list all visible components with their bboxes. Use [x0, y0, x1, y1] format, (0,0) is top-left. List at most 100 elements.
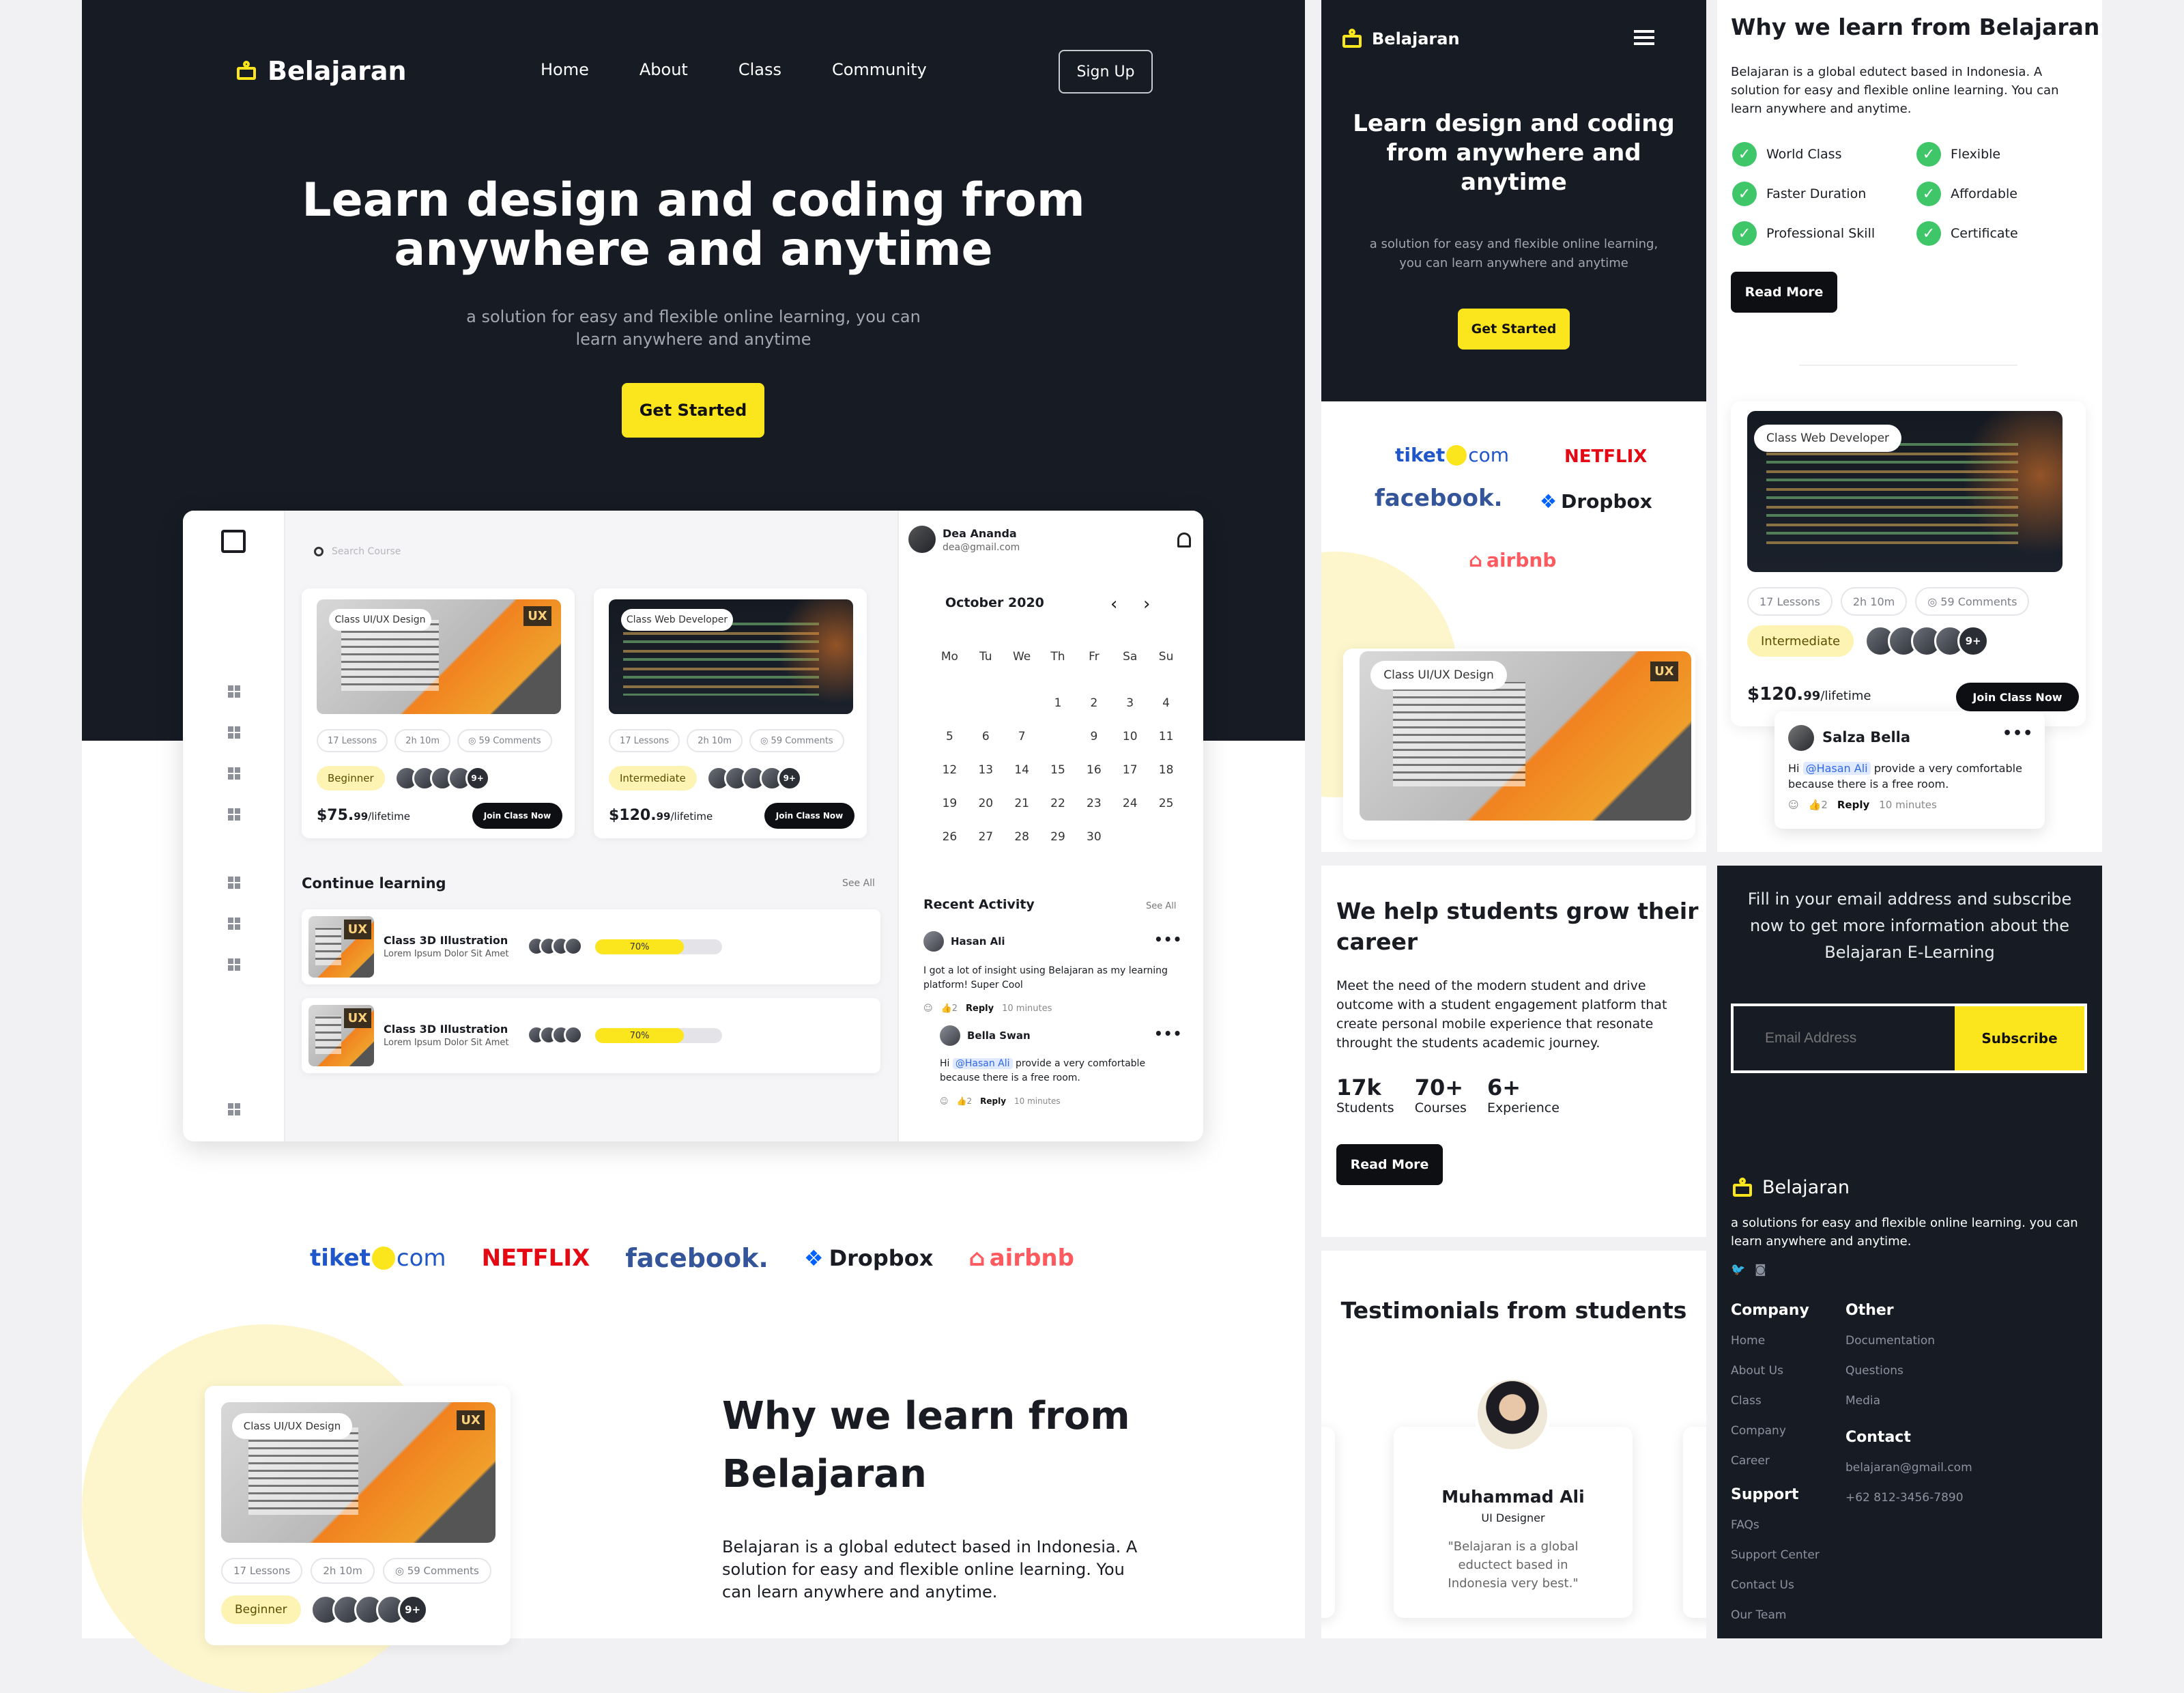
twitter-icon[interactable]: 🐦	[1731, 1263, 1745, 1277]
bell-icon[interactable]	[1177, 532, 1191, 547]
see-all-link[interactable]: See All	[1146, 901, 1177, 911]
calendar-day[interactable]: 26	[932, 830, 968, 864]
nav-about[interactable]: About	[640, 60, 688, 79]
calendar-day[interactable]: 14	[1004, 763, 1040, 797]
like-icon[interactable]: 👍2	[957, 1096, 973, 1106]
course-card[interactable]: Class UI/UX Design 17 Lessons 2h 10m ◎ 5…	[205, 1386, 511, 1645]
calendar-day[interactable]: 28	[1004, 830, 1040, 864]
nav-class[interactable]: Class	[738, 60, 781, 79]
course-card[interactable]: Class UI/UX Design 17 Lessons 2h 10m ◎ 5…	[302, 588, 575, 838]
continue-item[interactable]: Class 3D Illustration Lorem Ipsum Dolor …	[302, 909, 880, 984]
calendar-day[interactable]: 21	[1004, 797, 1040, 830]
calendar-day[interactable]: 24	[1112, 797, 1148, 830]
sidebar-logo-icon[interactable]	[221, 530, 246, 553]
calendar-day[interactable]: 29	[1040, 830, 1076, 864]
chevron-right-icon[interactable]: ›	[1143, 594, 1150, 614]
reply-button[interactable]: Reply	[1837, 799, 1869, 811]
get-started-button[interactable]: Get Started	[1458, 309, 1570, 350]
like-icon[interactable]: 👍2	[1809, 799, 1828, 811]
grid-icon[interactable]	[228, 685, 240, 698]
calendar-month: October 2020	[945, 595, 1044, 610]
course-card[interactable]: Class UI/UX Design	[1343, 649, 1695, 840]
facebook-logo: facebook.	[625, 1243, 768, 1273]
calendar-day[interactable]: 30	[1076, 830, 1112, 864]
calendar-day[interactable]: 16	[1076, 763, 1112, 797]
avatar	[1474, 1376, 1551, 1453]
nav-community[interactable]: Community	[832, 60, 927, 79]
brand-logo[interactable]: Belajaran	[1340, 29, 1460, 49]
emoji-icon[interactable]: ☺	[940, 1096, 949, 1106]
avatar	[564, 937, 583, 956]
avatar	[1788, 725, 1814, 751]
calendar-day[interactable]: 9	[1076, 730, 1112, 763]
continue-item[interactable]: Class 3D Illustration Lorem Ipsum Dolor …	[302, 998, 880, 1073]
calendar-day[interactable]: 20	[968, 797, 1004, 830]
comment-actions: ☺ 👍2 Reply 10 minutes	[923, 1004, 1052, 1014]
more-options-icon[interactable]: •••	[1154, 931, 1182, 948]
footer-contact: Contact belajaran@gmail.com +62 812-3456…	[1845, 1429, 1972, 1505]
grid-icon[interactable]	[228, 726, 240, 739]
grid-icon[interactable]	[228, 917, 240, 930]
grid-icon[interactable]	[228, 877, 240, 889]
calendar-day[interactable]: 11	[1148, 730, 1184, 763]
grid-icon[interactable]	[228, 808, 240, 821]
calendar-day[interactable]: 5	[932, 730, 968, 763]
brand-logo[interactable]: Belajaran	[1731, 1177, 1850, 1198]
calendar-day[interactable]: 10	[1112, 730, 1148, 763]
course-card[interactable]: Class Web Developer 17 Lessons 2h 10m ◎ …	[1731, 401, 2086, 726]
avatar[interactable]	[908, 526, 936, 553]
course-badge: Class UI/UX Design	[1370, 661, 1507, 689]
reply-button[interactable]: Reply	[966, 1004, 994, 1014]
calendar-day[interactable]: 4	[1148, 696, 1184, 730]
grid-icon[interactable]	[228, 958, 240, 971]
calendar-day[interactable]: 2	[1076, 696, 1112, 730]
emoji-icon[interactable]: ☺	[1788, 799, 1799, 811]
nav-home[interactable]: Home	[541, 60, 589, 79]
instagram-icon[interactable]: ◙	[1755, 1263, 1766, 1277]
more-options-icon[interactable]: •••	[2002, 725, 2033, 742]
calendar-day[interactable]: 25	[1148, 797, 1184, 830]
more-options-icon[interactable]: •••	[1154, 1025, 1182, 1042]
calendar-day[interactable]: 27	[968, 830, 1004, 864]
brand-logo[interactable]: Belajaran	[235, 56, 407, 86]
calendar-day[interactable]: 3	[1112, 696, 1148, 730]
chevron-left-icon[interactable]: ‹	[1110, 594, 1117, 614]
read-more-button[interactable]: Read More	[1336, 1144, 1443, 1185]
read-more-button[interactable]: Read More	[1731, 272, 1837, 313]
see-all-link[interactable]: See All	[842, 878, 875, 889]
hero-title: Learn design and coding from anywhere an…	[302, 173, 1085, 276]
dashboard-mockup: Search Course Class UI/UX Design 17 Less…	[183, 511, 1203, 1141]
calendar-day[interactable]: 1	[1040, 696, 1076, 730]
course-card[interactable]: Class Web Developer 17 Lessons 2h 10m ◎ …	[594, 588, 867, 838]
emoji-icon[interactable]: ☺	[923, 1004, 933, 1014]
subscribe-button[interactable]: Subscribe	[1955, 1006, 2084, 1070]
reply-button[interactable]: Reply	[980, 1096, 1006, 1106]
calendar-day[interactable]: 6	[968, 730, 1004, 763]
avatar-group	[527, 937, 583, 956]
calendar-day[interactable]: 7	[1004, 730, 1040, 763]
calendar-day[interactable]: 18	[1148, 763, 1184, 797]
calendar-day[interactable]: 15	[1040, 763, 1076, 797]
calendar-day[interactable]: 22	[1040, 797, 1076, 830]
feature-item: ✓ Affordable	[1916, 182, 2080, 206]
search-bar[interactable]: Search Course	[304, 538, 592, 565]
like-icon[interactable]: 👍2	[941, 1004, 958, 1014]
signup-button[interactable]: Sign Up	[1059, 50, 1153, 94]
join-class-button[interactable]: Join Class Now	[1956, 683, 2079, 711]
email-field[interactable]	[1734, 1006, 1955, 1070]
comment-actions: ☺ 👍2 Reply 10 minutes	[1788, 799, 1937, 811]
grid-icon[interactable]	[228, 1103, 240, 1115]
get-started-button[interactable]: Get Started	[622, 383, 764, 438]
join-class-button[interactable]: Join Class Now	[764, 803, 854, 829]
calendar-day[interactable]: 17	[1112, 763, 1148, 797]
calendar-day[interactable]: 23	[1076, 797, 1112, 830]
hamburger-icon[interactable]	[1634, 30, 1654, 45]
calendar-day[interactable]: 19	[932, 797, 968, 830]
calendar-day[interactable]: 13	[968, 763, 1004, 797]
grow-stats: 17k Students 70+ Courses 6+ Experience	[1336, 1075, 1560, 1115]
testimonial-card-next	[1683, 1427, 1706, 1618]
level-row: Beginner 9+	[317, 766, 490, 791]
join-class-button[interactable]: Join Class Now	[472, 803, 562, 829]
calendar-day[interactable]: 12	[932, 763, 968, 797]
grid-icon[interactable]	[228, 767, 240, 780]
